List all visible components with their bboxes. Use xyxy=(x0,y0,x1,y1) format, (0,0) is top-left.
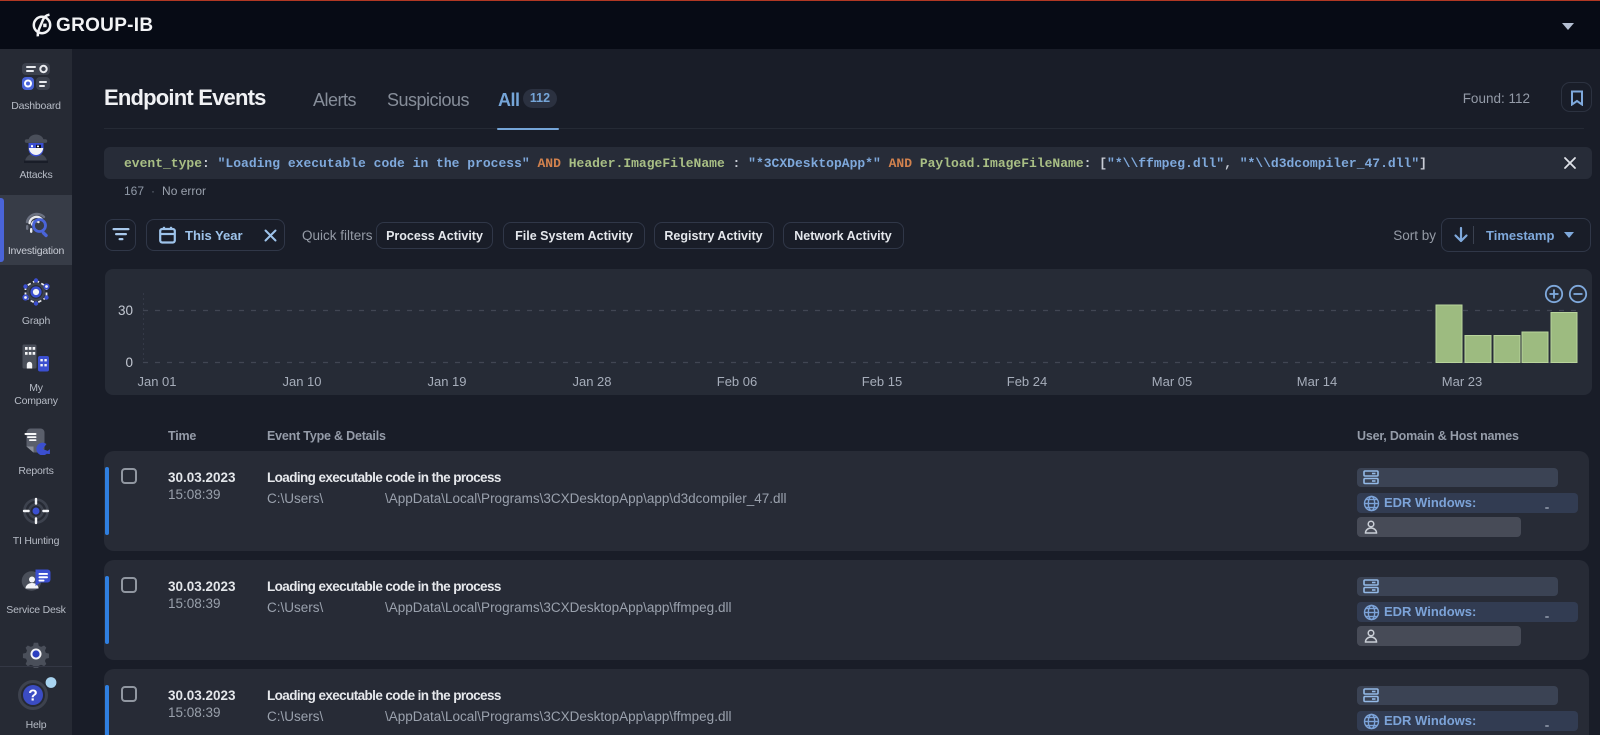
svg-text:Jan 19: Jan 19 xyxy=(427,374,466,389)
svg-text:0: 0 xyxy=(125,355,133,370)
svg-text:Mar 05: Mar 05 xyxy=(1152,374,1192,389)
svg-text:?: ? xyxy=(28,688,37,705)
svg-text:30: 30 xyxy=(118,303,133,318)
svg-text:Mar 14: Mar 14 xyxy=(1297,374,1337,389)
svg-text:Jan 28: Jan 28 xyxy=(572,374,611,389)
svg-text:Feb 06: Feb 06 xyxy=(717,374,757,389)
svg-text:Mar 23: Mar 23 xyxy=(1442,374,1482,389)
svg-text:Feb 24: Feb 24 xyxy=(1007,374,1047,389)
svg-text:Jan 10: Jan 10 xyxy=(282,374,321,389)
svg-text:Feb 15: Feb 15 xyxy=(862,374,902,389)
svg-text:Jan 01: Jan 01 xyxy=(137,374,176,389)
